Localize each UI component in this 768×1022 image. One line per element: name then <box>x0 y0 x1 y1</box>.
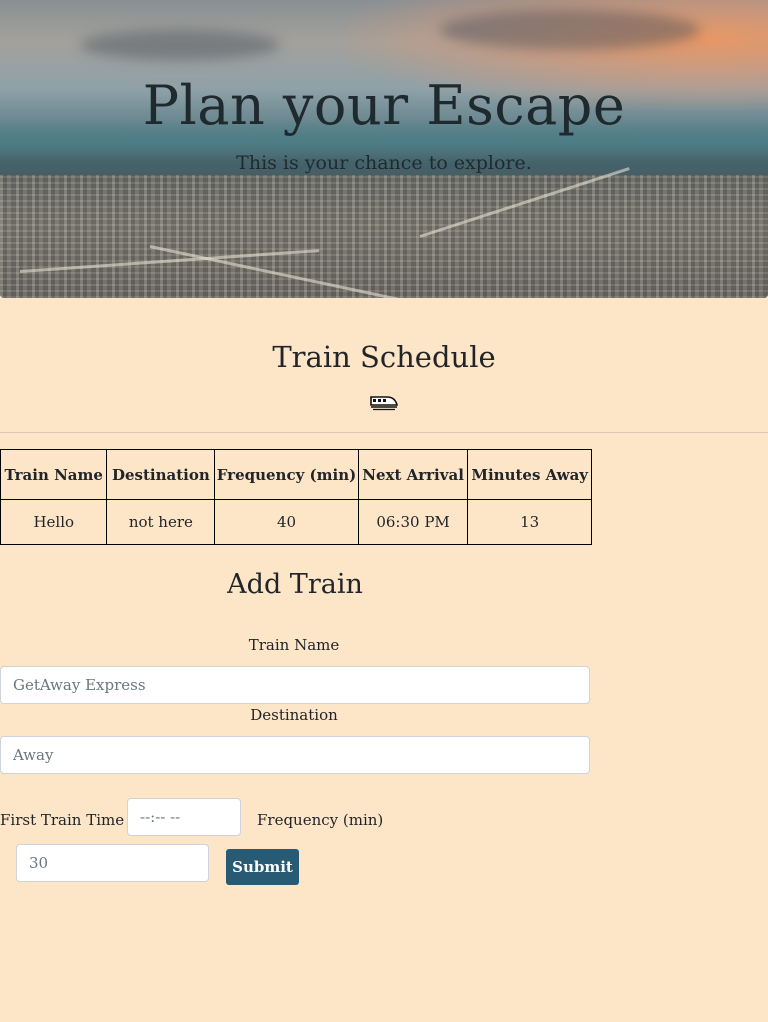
table-cell: 06:30 PM <box>357 499 469 545</box>
column-header: Next Arrival <box>357 449 469 500</box>
page-title: Plan your Escape <box>142 74 626 137</box>
section-divider <box>0 432 768 433</box>
table-cell: 40 <box>214 499 359 545</box>
train-name-label: Train Name <box>248 636 340 654</box>
table-cell: not here <box>106 499 216 545</box>
schedule-table: Train Name Destination Frequency (min) N… <box>0 449 592 545</box>
train-icon <box>370 396 398 411</box>
cloud <box>440 10 700 50</box>
cloud <box>80 30 280 60</box>
column-header: Minutes Away <box>467 449 592 500</box>
train-name-input[interactable] <box>0 666 590 704</box>
destination-input[interactable] <box>0 736 590 774</box>
city-skyline <box>0 167 768 298</box>
table-cell: Hello <box>0 499 108 545</box>
destination-label: Destination <box>250 706 338 724</box>
column-header: Train Name <box>0 449 108 500</box>
table-cell: 13 <box>467 499 592 545</box>
table-header-row: Train Name Destination Frequency (min) N… <box>0 449 592 500</box>
frequency-input[interactable] <box>16 844 209 882</box>
schedule-title: Train Schedule <box>272 340 496 374</box>
submit-button[interactable]: Submit <box>226 849 299 885</box>
table-row: Hello not here 40 06:30 PM 13 <box>0 499 592 545</box>
first-train-time-input[interactable] <box>127 798 241 836</box>
hero-banner: Plan your Escape This is your chance to … <box>0 0 768 298</box>
page-subtitle: This is your chance to explore. <box>236 152 532 174</box>
frequency-label: Frequency (min) <box>257 811 384 829</box>
column-header: Frequency (min) <box>214 449 359 500</box>
first-train-time-label: First Train Time <box>0 811 125 829</box>
add-train-title: Add Train <box>227 569 363 600</box>
column-header: Destination <box>106 449 216 500</box>
